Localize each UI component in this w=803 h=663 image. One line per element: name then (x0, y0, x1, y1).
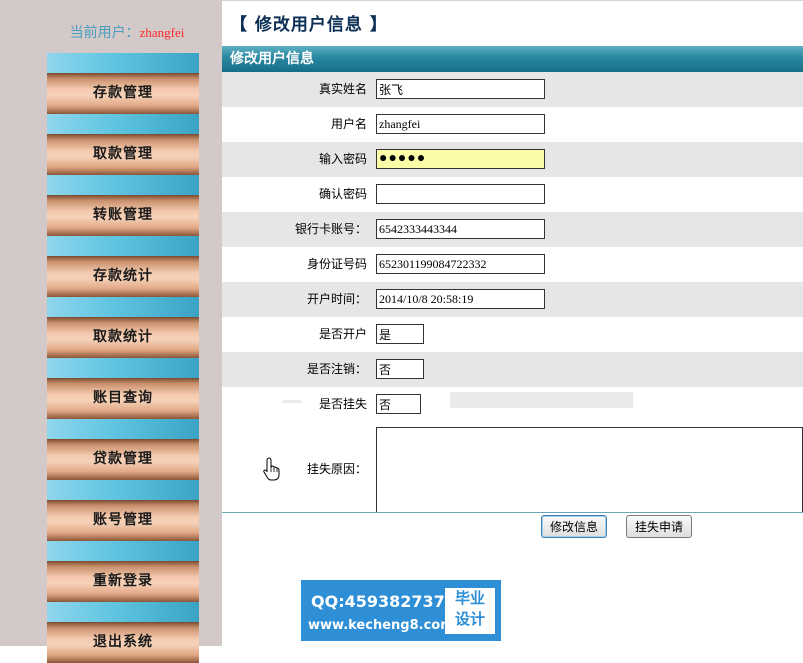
sidebar-item-deposit-management[interactable]: 存款管理 (47, 73, 199, 114)
menu-divider (47, 480, 199, 500)
menu-divider (47, 114, 199, 134)
menu-divider (47, 175, 199, 195)
sidebar-item-withdrawal-management[interactable]: 取款管理 (47, 134, 199, 175)
watermark-badge-line1: 毕业 (454, 589, 485, 607)
form-row-username: 用户名 (222, 107, 803, 142)
menu-divider (47, 602, 199, 622)
watermark-qq: QQ:459382737 (311, 592, 445, 611)
bank-card-label: 银行卡账号： (294, 222, 367, 236)
sidebar: 当前用户：zhangfei 存款管理 取款管理 转账管理 存款统计 取款统计 账… (0, 0, 222, 663)
lost-reason-textarea[interactable] (376, 427, 803, 513)
sidebar-item-transfer-management[interactable]: 转账管理 (47, 195, 199, 236)
form-row-lost-reason: 挂失原因： (222, 422, 803, 517)
sidebar-item-account-number-management[interactable]: 账号管理 (47, 500, 199, 541)
hand-pointer-icon (263, 457, 280, 481)
form-row-id-number: 身份证号码 (222, 247, 803, 282)
is-cancelled-input[interactable] (376, 359, 424, 379)
open-time-input[interactable] (376, 289, 545, 309)
form-row-real-name: 真实姓名 (222, 72, 803, 107)
form-row-confirm-password: 确认密码 (222, 177, 803, 212)
real-name-label: 真实姓名 (318, 82, 367, 96)
page-title: 【 修改用户信息 】 (230, 15, 388, 35)
watermark-badge: 毕业 设计 (445, 588, 495, 634)
is-opened-input[interactable] (376, 324, 424, 344)
section-header: 修改用户信息 (222, 46, 803, 72)
username-input[interactable] (376, 114, 545, 134)
watermark-badge-line2: 设计 (454, 610, 485, 628)
form-row-open-time: 开户时间： (222, 282, 803, 317)
id-number-label: 身份证号码 (306, 257, 367, 271)
current-user-label: 当前用户： (69, 26, 140, 41)
form-row-bank-card: 银行卡账号： (222, 212, 803, 247)
background-smudge (450, 392, 633, 408)
open-time-label: 开户时间： (306, 292, 367, 306)
menu-divider (47, 297, 199, 317)
form-row-is-cancelled: 是否注销： (222, 352, 803, 387)
watermark-site: www.kecheng8.com (308, 618, 454, 633)
current-user-name: zhangfei (139, 25, 185, 40)
confirm-password-input[interactable] (376, 184, 545, 204)
sidebar-item-relogin[interactable]: 重新登录 (47, 561, 199, 602)
is-lost-input[interactable] (376, 394, 421, 414)
report-loss-button[interactable]: 挂失申请 (626, 515, 693, 538)
edit-user-form: 真实姓名 用户名 输入密码 确认密码 银行卡账号： 身份证号码 开户时间： 是否… (222, 72, 803, 517)
background-smudge (282, 400, 302, 403)
top-border (222, 0, 803, 1)
real-name-input[interactable] (376, 79, 545, 99)
is-cancelled-label: 是否注销： (306, 362, 367, 376)
sidebar-menu: 存款管理 取款管理 转账管理 存款统计 取款统计 账目查询 贷款管理 账号管理 … (47, 53, 199, 663)
menu-divider (47, 419, 199, 439)
menu-divider (47, 541, 199, 561)
menu-divider (47, 358, 199, 378)
current-user-display: 当前用户：zhangfei (0, 22, 254, 42)
bank-card-input[interactable] (376, 219, 545, 239)
modify-info-button[interactable]: 修改信息 (541, 515, 608, 538)
username-label: 用户名 (330, 117, 367, 131)
lost-reason-label: 挂失原因： (306, 462, 367, 476)
is-opened-label: 是否开户 (318, 327, 367, 341)
sidebar-item-loan-management[interactable]: 贷款管理 (47, 439, 199, 480)
sidebar-item-deposit-statistics[interactable]: 存款统计 (47, 256, 199, 297)
form-bottom-border (222, 512, 803, 513)
watermark-banner: QQ:459382737 www.kecheng8.com 毕业 设计 (301, 580, 501, 641)
menu-divider (47, 236, 199, 256)
form-row-is-opened: 是否开户 (222, 317, 803, 352)
sidebar-item-account-query[interactable]: 账目查询 (47, 378, 199, 419)
password-input[interactable] (376, 149, 545, 169)
menu-divider (47, 53, 199, 73)
id-number-input[interactable] (376, 254, 545, 274)
confirm-password-label: 确认密码 (318, 187, 367, 201)
form-row-password: 输入密码 (222, 142, 803, 177)
sidebar-item-withdrawal-statistics[interactable]: 取款统计 (47, 317, 199, 358)
is-lost-label: 是否挂失 (318, 397, 367, 411)
password-label: 输入密码 (318, 152, 367, 166)
sidebar-item-exit-system[interactable]: 退出系统 (47, 622, 199, 663)
